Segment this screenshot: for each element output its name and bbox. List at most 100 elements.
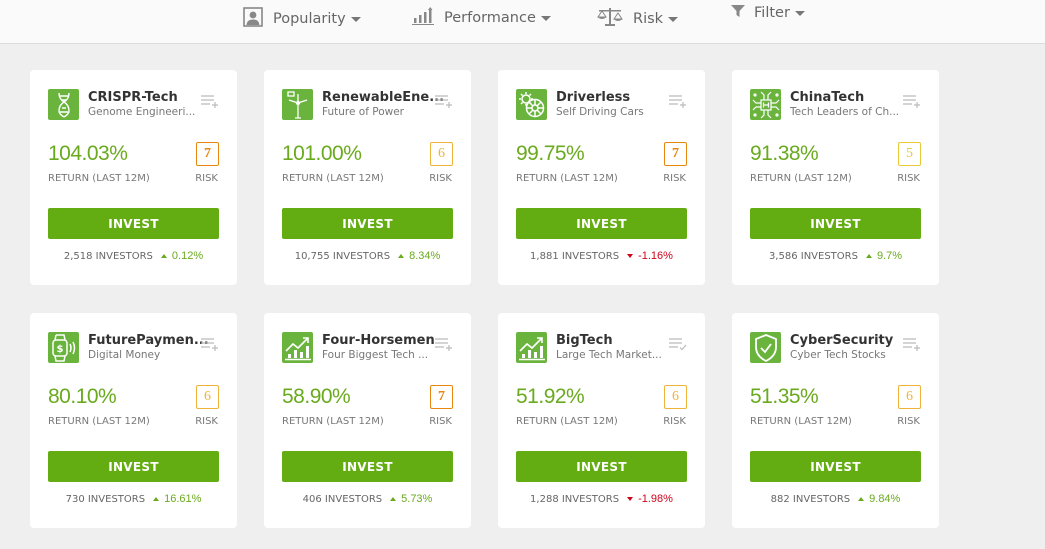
sort-performance-label: Performance [444,10,536,26]
invest-button[interactable]: INVEST [282,208,453,239]
portfolio-name[interactable]: CRISPR-Tech [88,90,178,105]
investor-count: 2,518 INVESTORS [63,250,153,262]
portfolio-logo [516,332,547,363]
investor-change-value: -1.16% [638,250,673,262]
invest-button[interactable]: INVEST [516,451,687,482]
portfolio-name[interactable]: RenewableEne... [322,90,444,105]
investor-change-value: 0.12% [171,250,204,262]
risk-score-badge: 7 [664,142,687,166]
portfolio-name[interactable]: FuturePaymen... [88,333,209,348]
portfolio-subtitle: Large Tech Market... [556,349,662,361]
scales-icon [597,7,623,31]
invest-button[interactable]: INVEST [282,451,453,482]
return-label: RETURN (LAST 12M) [516,416,618,427]
arrow-up-icon [160,254,167,258]
portfolio-card[interactable]: Driverless Self Driving Cars 99.75% RETU… [498,70,705,285]
investor-count: 1,881 INVESTORS [530,250,620,262]
risk-label: RISK [897,416,920,427]
portfolio-subtitle: Genome Engineeri... [88,106,196,118]
chip-icon [752,91,779,118]
investor-change: -1.98% [627,493,673,505]
invest-button[interactable]: INVEST [48,208,219,239]
watchlist-add-icon[interactable] [902,93,921,108]
sort-risk[interactable]: Risk [597,7,679,31]
invest-button[interactable]: INVEST [516,208,687,239]
watchlist-added-icon[interactable] [668,336,687,351]
portfolio-subtitle: Future of Power [322,106,404,118]
investor-change: 9.84% [858,493,900,505]
chevron-down-icon [540,15,551,21]
investor-stats: 406 INVESTORS 5.73% [264,493,471,505]
return-value: 104.03% [48,142,128,165]
sort-popularity[interactable]: Popularity [243,7,361,31]
investor-change: -1.16% [627,250,673,262]
investor-count: 3,586 INVESTORS [768,250,858,262]
portfolio-name[interactable]: CyberSecurity [790,333,893,348]
watchlist-add-icon[interactable] [902,336,921,351]
investor-change-value: 16.61% [164,493,202,505]
investor-change-value: 5.73% [401,493,433,505]
return-value: 99.75% [516,142,585,165]
portfolio-card[interactable]: ChinaTech Tech Leaders of Ch... 91.38% R… [732,70,939,285]
arrow-up-icon [390,497,397,501]
portfolio-card[interactable]: CRISPR-Tech Genome Engineeri... 104.03% … [30,70,237,285]
sort-performance[interactable]: Performance [412,7,551,29]
return-label: RETURN (LAST 12M) [282,173,384,184]
portfolio-name[interactable]: ChinaTech [790,90,864,105]
risk-label: RISK [897,173,920,184]
portfolio-card[interactable]: BigTech Large Tech Market... 51.92% RETU… [498,313,705,528]
portfolio-name[interactable]: BigTech [556,333,613,348]
portfolio-card[interactable]: CyberSecurity Cyber Tech Stocks 51.35% R… [732,313,939,528]
dna-icon [57,92,70,118]
portfolio-card[interactable]: RenewableEne... Future of Power 101.00% … [264,70,471,285]
portfolio-name[interactable]: Driverless [556,90,630,105]
investor-count: 10,755 INVESTORS [294,250,391,262]
return-value: 51.92% [516,385,585,408]
return-label: RETURN (LAST 12M) [48,173,150,184]
portfolio-card[interactable]: $ FuturePaymen... Digital Money 80.10% R… [30,313,237,528]
invest-button[interactable]: INVEST [750,451,921,482]
watchlist-add-icon[interactable] [200,93,219,108]
svg-text:$: $ [56,344,63,355]
arrow-up-icon [858,497,865,501]
portfolio-subtitle: Digital Money [88,349,161,361]
watchlist-add-icon[interactable] [434,93,453,108]
portfolio-name[interactable]: Four-Horsemen [322,333,435,348]
risk-label: RISK [429,416,452,427]
filter-label: Filter [754,5,790,21]
risk-label: RISK [429,173,452,184]
sort-popularity-label: Popularity [273,11,346,27]
portfolio-logo [282,332,313,363]
return-value: 80.10% [48,385,117,408]
return-value: 51.35% [750,385,819,408]
arrow-down-icon [627,254,634,258]
portfolio-subtitle: Tech Leaders of Ch... [790,106,900,118]
risk-label: RISK [195,416,218,427]
risk-score-badge: 5 [898,142,921,166]
arrow-up-icon [865,254,872,258]
watchlist-add-icon[interactable] [200,336,219,351]
return-label: RETURN (LAST 12M) [48,416,150,427]
invest-button[interactable]: INVEST [750,208,921,239]
portfolio-card[interactable]: Four-Horsemen Four Biggest Tech ... 58.9… [264,313,471,528]
chevron-down-icon [794,10,805,16]
person-icon [243,7,263,31]
bar-chart-icon [412,7,434,29]
investor-stats: 730 INVESTORS 16.61% [30,493,237,505]
portfolio-subtitle: Self Driving Cars [556,106,644,118]
chevron-down-icon [350,16,361,22]
invest-button[interactable]: INVEST [48,451,219,482]
investor-change-value: 8.34% [409,250,441,262]
funnel-icon [731,4,745,22]
investor-count: 730 INVESTORS [65,493,146,505]
watchlist-add-icon[interactable] [668,93,687,108]
sort-toolbar: Popularity Performance Risk Filter [0,0,1045,44]
portfolio-logo: $ [48,332,79,363]
return-value: 101.00% [282,142,362,165]
filter-button[interactable]: Filter [731,4,805,22]
risk-score-badge: 6 [898,385,921,409]
risk-score-badge: 6 [430,142,453,166]
watchlist-add-icon[interactable] [434,336,453,351]
investor-change-value: 9.7% [876,250,903,262]
investor-change-value: 9.84% [869,493,901,505]
